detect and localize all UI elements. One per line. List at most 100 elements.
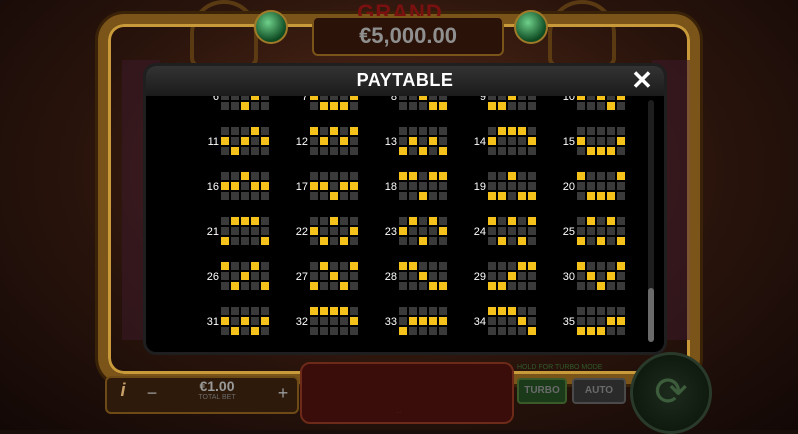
payline-square — [241, 227, 249, 235]
payline-square — [528, 307, 536, 315]
payline-square — [577, 172, 585, 180]
payline-square — [617, 282, 625, 290]
auto-button[interactable]: AUTO — [572, 378, 626, 404]
spin-button[interactable]: ⟳ — [630, 352, 712, 434]
payline-square — [577, 282, 585, 290]
payline-grid — [221, 217, 269, 245]
paylines-content[interactable]: 6 7 8 9 10 11 12 13 14 15 16 17 18 19 20 21 22 23 24 25 26 27… — [146, 96, 646, 346]
payline-square — [528, 317, 536, 325]
payline-square — [439, 237, 447, 245]
payline-square — [231, 327, 239, 335]
payline-square — [508, 137, 516, 145]
jade-orb-left — [254, 10, 288, 44]
payline-number: 26 — [206, 271, 219, 283]
info-button[interactable]: i — [112, 380, 134, 406]
payline-square — [251, 127, 259, 135]
payline-square — [261, 172, 269, 180]
payline-square — [488, 237, 496, 245]
payline-square — [429, 272, 437, 280]
payline-square — [231, 262, 239, 270]
payline-square — [221, 327, 229, 335]
payline-square — [310, 102, 318, 110]
payline-32: 32 — [296, 307, 358, 337]
payline-square — [419, 307, 427, 315]
payline-10: 10 — [563, 96, 625, 112]
payline-square — [320, 217, 328, 225]
payline-square — [320, 96, 328, 100]
payline-number: 18 — [384, 181, 397, 193]
payline-square — [587, 317, 595, 325]
turbo-button[interactable]: TURBO — [517, 378, 567, 404]
payline-square — [518, 272, 526, 280]
payline-square — [221, 96, 229, 100]
payline-square — [251, 137, 259, 145]
bet-increase-button[interactable]: + — [274, 380, 292, 406]
payline-square — [508, 327, 516, 335]
payline-square — [231, 317, 239, 325]
payline-square — [310, 262, 318, 270]
payline-square — [617, 237, 625, 245]
payline-square — [261, 192, 269, 200]
payline-square — [498, 317, 506, 325]
payline-square — [241, 127, 249, 135]
payline-square — [241, 307, 249, 315]
payline-square — [399, 262, 407, 270]
payline-square — [617, 96, 625, 100]
payline-square — [330, 172, 338, 180]
payline-square — [251, 172, 259, 180]
payline-33: 33 — [385, 307, 447, 337]
payline-square — [340, 282, 348, 290]
payline-square — [518, 327, 526, 335]
payline-grid — [577, 307, 625, 335]
payline-square — [399, 282, 407, 290]
payline-square — [439, 262, 447, 270]
payline-square — [340, 147, 348, 155]
payline-square — [528, 227, 536, 235]
payline-square — [528, 192, 536, 200]
payline-square — [429, 192, 437, 200]
payline-square — [320, 237, 328, 245]
payline-square — [587, 192, 595, 200]
payline-20: 20 — [563, 172, 625, 202]
payline-number: 25 — [562, 226, 575, 238]
payline-square — [597, 307, 605, 315]
payline-square — [587, 96, 595, 100]
payline-square — [439, 217, 447, 225]
payline-square — [419, 262, 427, 270]
payline-square — [518, 172, 526, 180]
payline-square — [419, 227, 427, 235]
payline-number: 10 — [562, 96, 575, 103]
spin-icon: ⟳ — [654, 370, 688, 414]
payline-square — [528, 172, 536, 180]
total-bet-value: €1.00 — [199, 378, 235, 394]
payline-square — [429, 96, 437, 100]
payline-square — [419, 96, 427, 100]
close-button[interactable]: ✕ — [630, 67, 654, 93]
payline-grid — [577, 262, 625, 290]
payline-square — [528, 137, 536, 145]
payline-square — [498, 172, 506, 180]
payline-square — [399, 217, 407, 225]
payline-square — [429, 282, 437, 290]
payline-grid — [488, 262, 536, 290]
scrollbar[interactable] — [648, 100, 654, 342]
modal-title: PAYTABLE — [356, 70, 454, 90]
payline-square — [607, 317, 615, 325]
payline-square — [597, 327, 605, 335]
payline-16: 16 — [207, 172, 269, 202]
bet-decrease-button[interactable]: − — [143, 380, 161, 406]
payline-square — [231, 102, 239, 110]
payline-square — [439, 272, 447, 280]
payline-number: 21 — [206, 226, 219, 238]
payline-square — [498, 327, 506, 335]
scroll-thumb[interactable] — [648, 288, 654, 342]
payline-grid — [577, 217, 625, 245]
payline-square — [261, 272, 269, 280]
payline-square — [498, 192, 506, 200]
payline-grid — [577, 127, 625, 155]
payline-square — [350, 137, 358, 145]
payline-8: 8 — [391, 96, 447, 112]
payline-square — [439, 147, 447, 155]
payline-square — [241, 182, 249, 190]
payline-square — [508, 272, 516, 280]
